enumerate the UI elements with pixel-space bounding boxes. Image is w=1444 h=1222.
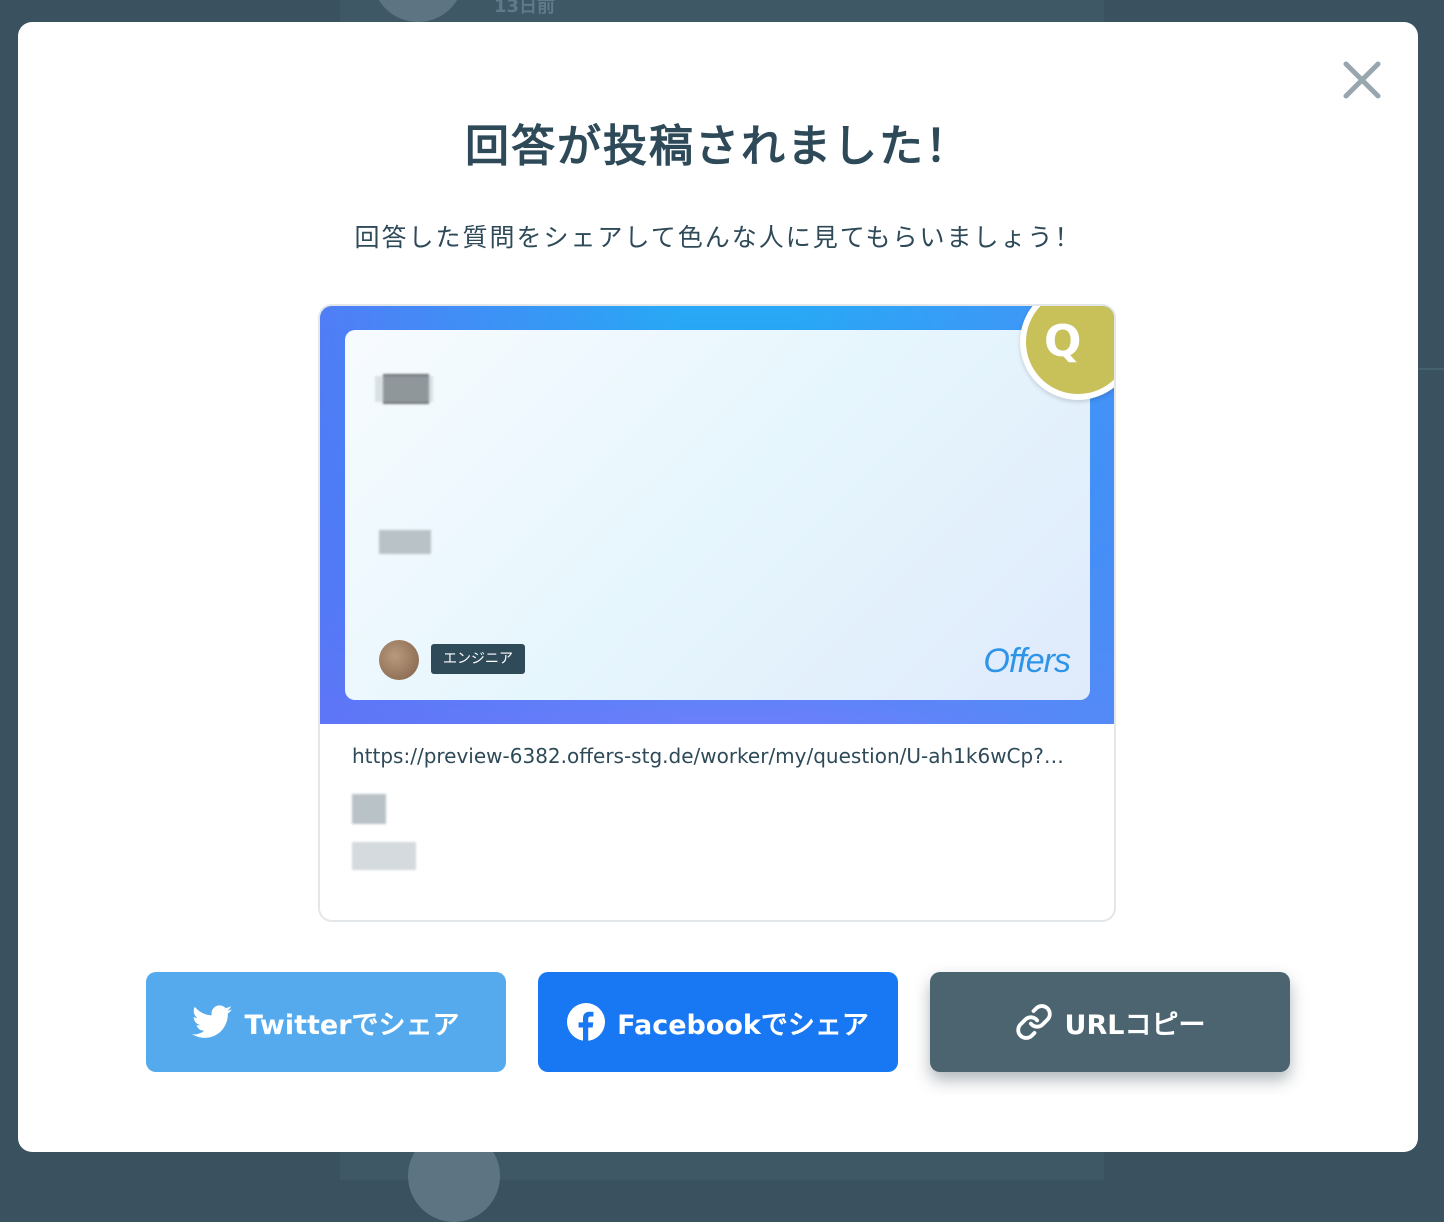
preview-image: エンジニア Offers Q [320,306,1114,724]
offers-logo: Offers [983,642,1071,680]
role-badge: エンジニア [431,644,525,674]
modal-subtitle: 回答した質問をシェアして色んな人に見てもらいましょう！ [354,223,1082,252]
blurred-answer-text [379,530,431,554]
modal-title: 回答が投稿されました！ [465,121,971,172]
preview-url: https://preview-6382.offers-stg.de/worke… [352,744,1064,768]
close-icon [1343,61,1381,99]
twitter-share-label: Twitterでシェア [244,1009,460,1041]
share-preview-card: エンジニア Offers Q https://preview-6382.offe… [318,304,1116,922]
blurred-preview-description [352,842,416,870]
copy-url-button[interactable]: URLコピー [930,972,1290,1072]
avatar [379,640,419,680]
twitter-share-button[interactable]: Twitterでシェア [146,972,506,1072]
share-modal: 回答が投稿されました！ 回答した質問をシェアして色んな人に見てもらいましょう！ … [18,22,1418,1152]
facebook-share-label: Facebookでシェア [617,1009,869,1041]
facebook-share-button[interactable]: Facebookでシェア [538,972,898,1072]
blurred-question-text [375,376,433,402]
background-time-ago: 13日前 [494,0,556,17]
blurred-preview-title [352,794,386,824]
close-button[interactable] [1340,58,1384,102]
facebook-icon [567,1003,606,1041]
copy-url-label: URLコピー [1064,1009,1206,1041]
link-icon [1015,1004,1052,1040]
preview-inner-card: エンジニア Offers [345,330,1090,700]
twitter-icon [192,1005,233,1038]
